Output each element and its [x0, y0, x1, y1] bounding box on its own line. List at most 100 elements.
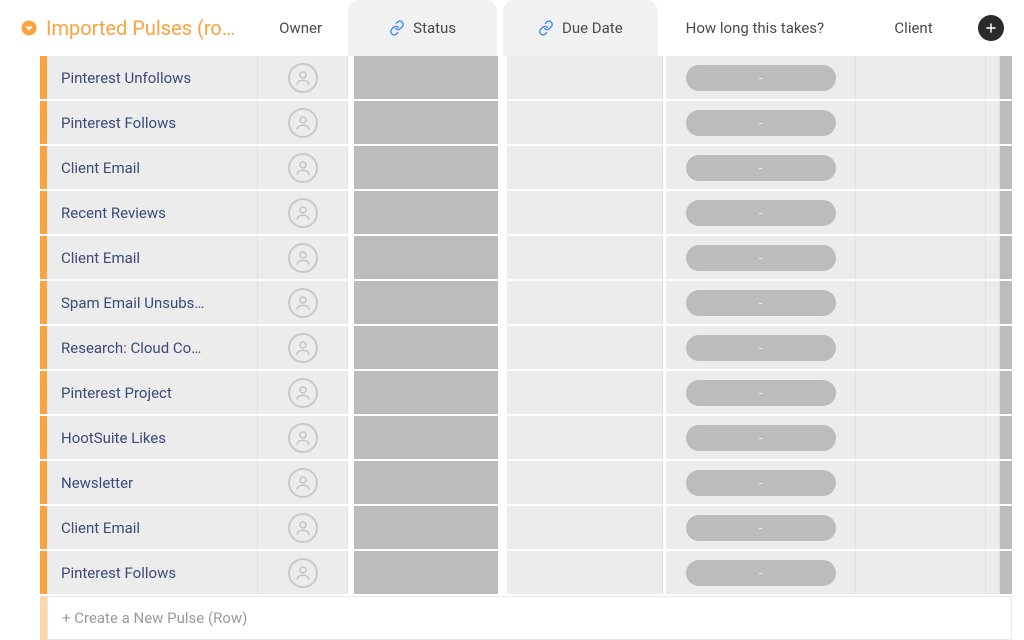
duration-cell[interactable]: -	[666, 326, 856, 369]
pulse-name[interactable]: Spam Email Unsubs…	[47, 281, 258, 324]
client-cell[interactable]	[856, 551, 986, 594]
owner-avatar-placeholder[interactable]	[288, 468, 318, 498]
owner-avatar-placeholder[interactable]	[288, 108, 318, 138]
duration-pill[interactable]: -	[686, 425, 836, 451]
duration-cell[interactable]: -	[666, 416, 856, 459]
status-value[interactable]	[354, 281, 498, 324]
pulse-name[interactable]: Newsletter	[47, 461, 258, 504]
owner-avatar-placeholder[interactable]	[288, 558, 318, 588]
column-header-status[interactable]: Status	[348, 0, 497, 56]
duration-pill[interactable]: -	[686, 200, 836, 226]
owner-cell[interactable]	[258, 506, 348, 549]
duration-cell[interactable]: -	[666, 56, 856, 99]
owner-avatar-placeholder[interactable]	[288, 153, 318, 183]
owner-cell[interactable]	[258, 461, 348, 504]
owner-cell[interactable]	[258, 56, 348, 99]
duration-pill[interactable]: -	[686, 380, 836, 406]
column-header-client[interactable]: Client	[849, 0, 978, 56]
due-date-cell[interactable]	[507, 146, 663, 189]
pulse-name[interactable]: HootSuite Likes	[47, 416, 258, 459]
group-title[interactable]: Imported Pulses (ro…	[46, 16, 235, 40]
due-date-cell[interactable]	[507, 191, 663, 234]
client-cell[interactable]	[856, 56, 986, 99]
status-cell[interactable]	[351, 326, 501, 369]
client-cell[interactable]	[856, 416, 986, 459]
duration-cell[interactable]: -	[666, 551, 856, 594]
duration-pill[interactable]: -	[686, 65, 836, 91]
pulse-name[interactable]: Client Email	[47, 236, 258, 279]
status-cell[interactable]	[351, 146, 501, 189]
due-date-cell[interactable]	[507, 461, 663, 504]
owner-avatar-placeholder[interactable]	[288, 288, 318, 318]
owner-cell[interactable]	[258, 191, 348, 234]
due-date-cell[interactable]	[507, 371, 663, 414]
duration-cell[interactable]: -	[666, 371, 856, 414]
due-date-cell[interactable]	[507, 56, 663, 99]
owner-avatar-placeholder[interactable]	[288, 423, 318, 453]
due-date-cell[interactable]	[507, 416, 663, 459]
client-cell[interactable]	[856, 326, 986, 369]
pulse-name[interactable]: Client Email	[47, 146, 258, 189]
due-date-cell[interactable]	[507, 101, 663, 144]
status-value[interactable]	[354, 236, 498, 279]
owner-cell[interactable]	[258, 551, 348, 594]
duration-pill[interactable]: -	[686, 515, 836, 541]
status-value[interactable]	[354, 551, 498, 594]
client-cell[interactable]	[856, 191, 986, 234]
duration-cell[interactable]: -	[666, 101, 856, 144]
due-date-cell[interactable]	[507, 551, 663, 594]
status-cell[interactable]	[351, 371, 501, 414]
owner-cell[interactable]	[258, 371, 348, 414]
duration-pill[interactable]: -	[686, 155, 836, 181]
owner-avatar-placeholder[interactable]	[288, 63, 318, 93]
duration-cell[interactable]: -	[666, 236, 856, 279]
status-value[interactable]	[354, 146, 498, 189]
client-cell[interactable]	[856, 146, 986, 189]
duration-cell[interactable]: -	[666, 146, 856, 189]
column-header-duration[interactable]: How long this takes?	[661, 0, 849, 56]
status-cell[interactable]	[351, 236, 501, 279]
status-value[interactable]	[354, 101, 498, 144]
status-value[interactable]	[354, 56, 498, 99]
pulse-name[interactable]: Client Email	[47, 506, 258, 549]
due-date-cell[interactable]	[507, 506, 663, 549]
status-cell[interactable]	[351, 281, 501, 324]
status-value[interactable]	[354, 191, 498, 234]
pulse-name[interactable]: Research: Cloud Co…	[47, 326, 258, 369]
client-cell[interactable]	[856, 371, 986, 414]
owner-cell[interactable]	[258, 236, 348, 279]
client-cell[interactable]	[856, 236, 986, 279]
pulse-name[interactable]: Pinterest Project	[47, 371, 258, 414]
duration-pill[interactable]: -	[686, 560, 836, 586]
pulse-name[interactable]: Recent Reviews	[47, 191, 258, 234]
due-date-cell[interactable]	[507, 281, 663, 324]
due-date-cell[interactable]	[507, 326, 663, 369]
duration-pill[interactable]: -	[686, 245, 836, 271]
column-header-owner[interactable]: Owner	[256, 0, 345, 56]
status-value[interactable]	[354, 506, 498, 549]
owner-cell[interactable]	[258, 146, 348, 189]
duration-pill[interactable]: -	[686, 470, 836, 496]
duration-cell[interactable]: -	[666, 461, 856, 504]
owner-avatar-placeholder[interactable]	[288, 333, 318, 363]
status-cell[interactable]	[351, 101, 501, 144]
duration-cell[interactable]: -	[666, 191, 856, 234]
owner-cell[interactable]	[258, 281, 348, 324]
owner-cell[interactable]	[258, 326, 348, 369]
owner-avatar-placeholder[interactable]	[288, 243, 318, 273]
status-value[interactable]	[354, 326, 498, 369]
owner-cell[interactable]	[258, 416, 348, 459]
client-cell[interactable]	[856, 461, 986, 504]
duration-pill[interactable]: -	[686, 110, 836, 136]
create-new-pulse-row[interactable]: + Create a New Pulse (Row)	[12, 596, 1012, 640]
pulse-name[interactable]: Pinterest Unfollows	[47, 56, 258, 99]
status-value[interactable]	[354, 371, 498, 414]
pulse-name[interactable]: Pinterest Follows	[47, 551, 258, 594]
status-cell[interactable]	[351, 56, 501, 99]
owner-avatar-placeholder[interactable]	[288, 513, 318, 543]
due-date-cell[interactable]	[507, 236, 663, 279]
duration-pill[interactable]: -	[686, 335, 836, 361]
client-cell[interactable]	[856, 281, 986, 324]
column-header-due-date[interactable]: Due Date	[503, 0, 658, 56]
pulse-name[interactable]: Pinterest Follows	[47, 101, 258, 144]
